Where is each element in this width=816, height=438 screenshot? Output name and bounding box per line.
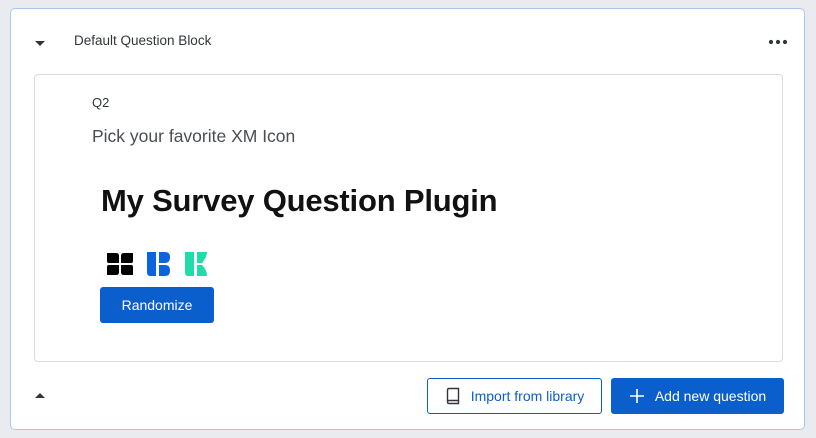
book-icon xyxy=(445,387,461,405)
import-button-label: Import from library xyxy=(470,388,585,404)
block-header: Default Question Block xyxy=(11,9,804,71)
more-horizontal-icon[interactable] xyxy=(766,33,790,51)
question-card[interactable]: Q2 Pick your favorite XM Icon My Survey … xyxy=(34,74,783,362)
plugin-title: My Survey Question Plugin xyxy=(101,183,498,218)
add-button-label: Add new question xyxy=(654,388,767,404)
question-number: Q2 xyxy=(92,95,110,110)
question-block: Default Question Block Q2 Pick your favo… xyxy=(10,8,805,430)
icon-choices xyxy=(107,251,209,277)
xm-blue-icon[interactable] xyxy=(145,251,171,277)
question-text[interactable]: Pick your favorite XM Icon xyxy=(92,126,295,147)
import-from-library-button[interactable]: Import from library xyxy=(427,378,602,414)
plus-icon xyxy=(629,388,645,404)
block-title: Default Question Block xyxy=(74,33,212,48)
xm-black-icon[interactable] xyxy=(107,251,133,277)
xm-green-icon[interactable] xyxy=(183,251,209,277)
randomize-button[interactable]: Randomize xyxy=(100,287,214,323)
add-new-question-button[interactable]: Add new question xyxy=(611,378,784,414)
caret-up-icon[interactable] xyxy=(31,387,49,405)
caret-down-icon[interactable] xyxy=(31,34,49,52)
